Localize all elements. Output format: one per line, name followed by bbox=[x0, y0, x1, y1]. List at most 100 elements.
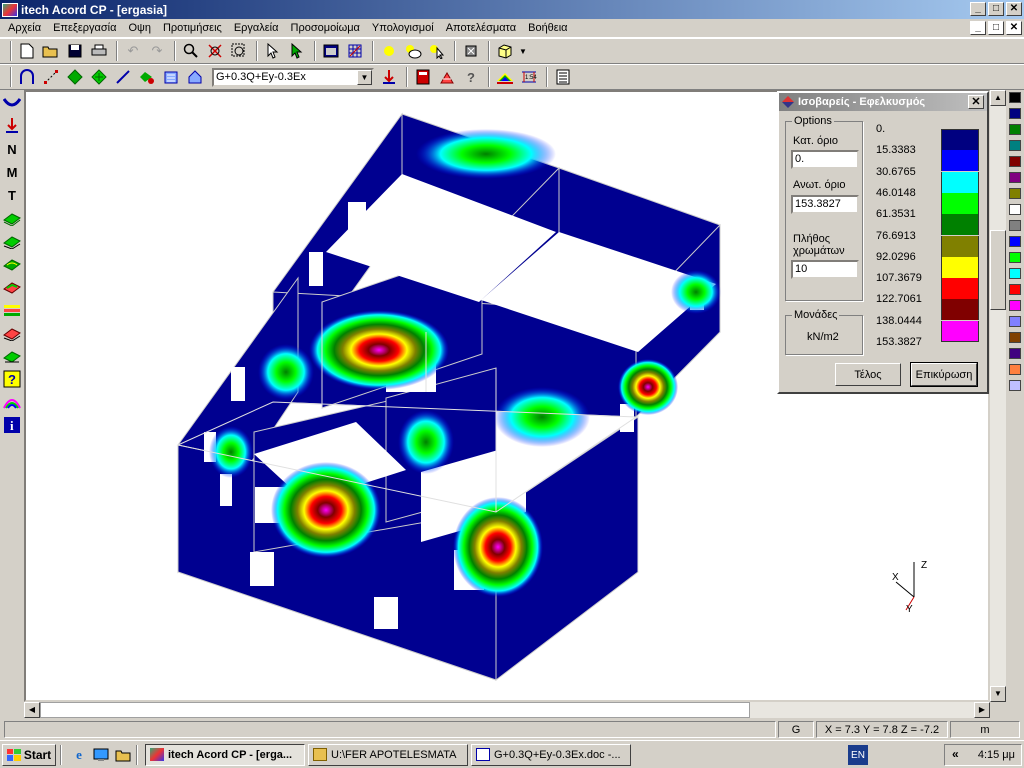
redo-icon[interactable]: ↷ bbox=[146, 40, 168, 62]
task-folder[interactable]: U:\FER APOTELESMATA bbox=[308, 743, 468, 766]
explorer-icon[interactable] bbox=[114, 746, 132, 764]
vertical-scroll-thumb[interactable] bbox=[990, 230, 1006, 310]
chevron-down-icon[interactable]: ▼ bbox=[357, 69, 372, 85]
shear-t-button[interactable]: T bbox=[2, 184, 22, 206]
arch-icon[interactable] bbox=[16, 66, 38, 88]
light-cloud-icon[interactable] bbox=[402, 40, 424, 62]
slab-layers-icon[interactable] bbox=[2, 230, 22, 252]
menu-results[interactable]: Αποτελέσματα bbox=[440, 22, 522, 34]
palette-swatch[interactable] bbox=[1009, 316, 1021, 327]
end-button[interactable]: Τέλος bbox=[835, 363, 901, 386]
slab-rainbow-icon[interactable] bbox=[2, 276, 22, 298]
arc-icon[interactable] bbox=[2, 92, 22, 114]
moment-m-button[interactable]: M bbox=[2, 161, 22, 183]
line-member-icon[interactable] bbox=[112, 66, 134, 88]
clock[interactable]: 4:15 μμ bbox=[978, 749, 1015, 761]
green-diamond-icon[interactable] bbox=[64, 66, 86, 88]
slab-stripes-icon[interactable] bbox=[2, 299, 22, 321]
zoom-icon[interactable] bbox=[180, 40, 202, 62]
menu-edit[interactable]: Επεξεργασία bbox=[47, 22, 122, 34]
render-icon[interactable] bbox=[460, 40, 482, 62]
maximize-button[interactable]: □ bbox=[988, 2, 1004, 16]
palette-swatch[interactable] bbox=[1009, 140, 1021, 151]
open-folder-icon[interactable] bbox=[40, 40, 62, 62]
help-question-icon[interactable]: ? bbox=[460, 66, 482, 88]
confirm-button[interactable]: Επικύρωση bbox=[910, 362, 978, 387]
load-combination-select[interactable]: G+0.3Q+Ey-0.3Ex ▼ bbox=[212, 67, 374, 87]
dropdown-arrow-icon[interactable]: ▼ bbox=[518, 40, 528, 62]
dialog-title-bar[interactable]: Ισοβαρείς - Εφελκυσμός bbox=[779, 93, 987, 111]
palette-swatch[interactable] bbox=[1009, 348, 1021, 359]
node-add-icon[interactable] bbox=[136, 66, 158, 88]
palette-swatch[interactable] bbox=[1009, 364, 1021, 375]
mdi-close-button[interactable]: ✕ bbox=[1006, 21, 1022, 35]
task-acord[interactable]: itech Acord CP - [erga... bbox=[145, 743, 305, 766]
language-indicator[interactable]: EN bbox=[848, 745, 868, 765]
undo-icon[interactable]: ↶ bbox=[122, 40, 144, 62]
mdi-minimize-button[interactable]: _ bbox=[970, 21, 986, 35]
scroll-down-icon[interactable]: ▼ bbox=[990, 686, 1006, 702]
load-arrow-icon[interactable] bbox=[378, 66, 400, 88]
palette-swatch[interactable] bbox=[1009, 188, 1021, 199]
results-grid-icon[interactable] bbox=[436, 66, 458, 88]
new-file-icon[interactable] bbox=[16, 40, 38, 62]
palette-swatch[interactable] bbox=[1009, 268, 1021, 279]
ie-icon[interactable]: e bbox=[70, 746, 88, 764]
slab-green-icon[interactable] bbox=[2, 207, 22, 229]
view-window-icon[interactable] bbox=[320, 40, 342, 62]
vertical-scrollbar[interactable]: ▲ ▼ bbox=[990, 90, 1006, 702]
palette-swatch[interactable] bbox=[1009, 252, 1021, 263]
palette-swatch[interactable] bbox=[1009, 108, 1021, 119]
building-icon[interactable] bbox=[160, 66, 182, 88]
grid-icon[interactable] bbox=[344, 40, 366, 62]
slab-red-icon[interactable] bbox=[2, 322, 22, 344]
green-diamond-grid-icon[interactable] bbox=[88, 66, 110, 88]
minimize-button[interactable]: _ bbox=[970, 2, 986, 16]
calculator-icon[interactable] bbox=[412, 66, 434, 88]
horizontal-scrollbar[interactable]: ◀ ▶ bbox=[24, 702, 990, 718]
mdi-restore-button[interactable]: □ bbox=[988, 21, 1004, 35]
info-icon[interactable]: i bbox=[2, 414, 22, 436]
palette-swatch[interactable] bbox=[1009, 284, 1021, 295]
slab-outline-icon[interactable] bbox=[2, 345, 22, 367]
menu-calculations[interactable]: Υπολογισμοί bbox=[366, 22, 440, 34]
save-icon[interactable] bbox=[64, 40, 86, 62]
palette-swatch[interactable] bbox=[1009, 220, 1021, 231]
menu-tools[interactable]: Εργαλεία bbox=[228, 22, 285, 34]
zoom-extents-icon[interactable] bbox=[204, 40, 226, 62]
task-word[interactable]: G+0.3Q+Ey-0.3Ex.doc -... bbox=[471, 743, 631, 766]
palette-swatch[interactable] bbox=[1009, 332, 1021, 343]
menu-files[interactable]: Αρχεία bbox=[2, 22, 47, 34]
light-pointer-icon[interactable] bbox=[426, 40, 448, 62]
palette-swatch[interactable] bbox=[1009, 236, 1021, 247]
query-icon[interactable]: ? bbox=[2, 368, 22, 390]
min-limit-input[interactable]: 0. bbox=[791, 150, 859, 169]
axial-force-n-button[interactable]: N bbox=[2, 138, 22, 160]
palette-swatch[interactable] bbox=[1009, 204, 1021, 215]
zoom-window-icon[interactable] bbox=[228, 40, 250, 62]
print-icon[interactable] bbox=[88, 40, 110, 62]
scroll-up-icon[interactable]: ▲ bbox=[990, 90, 1006, 106]
palette-swatch[interactable] bbox=[1009, 156, 1021, 167]
house-icon[interactable] bbox=[184, 66, 206, 88]
app-icon[interactable] bbox=[2, 2, 18, 17]
menu-model[interactable]: Προσομοίωμα bbox=[285, 22, 366, 34]
menu-preferences[interactable]: Προτιμήσεις bbox=[157, 22, 228, 34]
menu-view[interactable]: Οψη bbox=[122, 22, 157, 34]
slab-contour-icon[interactable] bbox=[2, 253, 22, 275]
isolines-icon[interactable] bbox=[2, 391, 22, 413]
scroll-left-icon[interactable]: ◀ bbox=[24, 702, 40, 718]
palette-swatch[interactable] bbox=[1009, 92, 1021, 103]
dialog-close-button[interactable]: ✕ bbox=[968, 95, 984, 109]
isobar-icon[interactable] bbox=[494, 66, 516, 88]
select-pointer-icon[interactable] bbox=[262, 40, 284, 62]
palette-swatch[interactable] bbox=[1009, 300, 1021, 311]
node-line-icon[interactable] bbox=[40, 66, 62, 88]
select-green-pointer-icon[interactable] bbox=[286, 40, 308, 62]
palette-swatch[interactable] bbox=[1009, 380, 1021, 391]
max-limit-input[interactable]: 153.3827 bbox=[791, 195, 859, 214]
scroll-right-icon[interactable]: ▶ bbox=[974, 702, 990, 718]
cube-icon[interactable] bbox=[494, 40, 516, 62]
diagram-icon[interactable]: 1:54 bbox=[518, 66, 540, 88]
close-button[interactable]: ✕ bbox=[1006, 2, 1022, 16]
